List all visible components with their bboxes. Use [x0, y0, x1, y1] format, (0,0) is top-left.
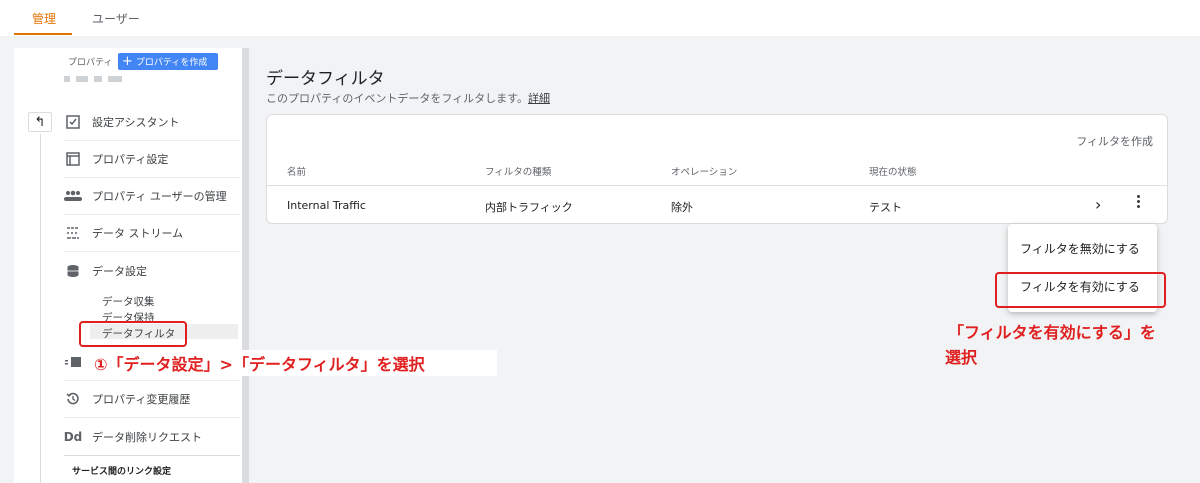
nav-scrollbar[interactable]: [242, 48, 249, 483]
annotation-step2-line2: 選択: [945, 348, 978, 367]
tab-admin[interactable]: 管理: [32, 10, 56, 27]
nav-tree-line: [40, 134, 41, 483]
column-header-operation: オペレーション: [671, 167, 738, 178]
people-icon: [64, 187, 82, 205]
create-property-button[interactable]: + プロパティを作成: [118, 53, 218, 70]
column-header-filter-type: フィルタの種類: [485, 167, 552, 178]
nav-label: プロパティ設定: [92, 153, 169, 166]
plus-icon: +: [122, 54, 133, 69]
history-icon: [64, 390, 82, 408]
nav-label: プロパティ ユーザーの管理: [92, 190, 227, 203]
create-filter-button[interactable]: フィルタを作成: [1076, 133, 1153, 149]
chevron-right-icon[interactable]: ›: [1095, 195, 1101, 214]
back-arrow-button[interactable]: ↰: [28, 112, 52, 132]
nav-item-data-streams[interactable]: データ ストリーム: [64, 215, 240, 252]
id-card-icon: [64, 353, 82, 371]
nav-label: データ設定: [92, 264, 147, 278]
page-title: データフィルタ: [266, 69, 385, 89]
nav-item-data-settings[interactable]: データ設定: [64, 252, 240, 289]
page-subtitle: このプロパティのイベントデータをフィルタします。詳細: [266, 90, 550, 106]
filter-table-card: フィルタを作成 名前 フィルタの種類 オペレーション 現在の状態 Interna…: [266, 114, 1168, 224]
section-divider: [64, 455, 240, 456]
layout-icon: [64, 150, 82, 168]
database-icon: [64, 262, 82, 280]
dd-icon: Dd: [63, 429, 83, 444]
annotation-step2-line1: 「フィルタを有効にする」を: [948, 323, 1156, 342]
cell-operation: 除外: [671, 201, 693, 214]
property-selector-redacted[interactable]: [64, 76, 122, 82]
sub-item-data-collection[interactable]: データ収集: [102, 294, 155, 309]
active-tab-indicator: [14, 33, 72, 35]
nav-label: プロパティ変更履歴: [92, 393, 191, 406]
header-divider: [267, 185, 1167, 186]
cell-status: テスト: [869, 201, 902, 214]
create-property-label: プロパティを作成: [135, 58, 208, 68]
tab-user[interactable]: ユーザー: [92, 10, 140, 27]
nav-label: 設定アシスタント: [92, 116, 180, 129]
highlight-box-data-filter: [79, 321, 187, 347]
nav-item-property-change-history[interactable]: プロパティ変更履歴: [64, 381, 240, 418]
nav-label: データ削除リクエスト: [92, 430, 202, 444]
details-link[interactable]: 詳細: [528, 92, 550, 105]
nav-item-setup-assistant[interactable]: 設定アシスタント: [64, 104, 240, 141]
back-arrow-icon: ↰: [34, 114, 46, 130]
nav-item-property-user-management[interactable]: プロパティ ユーザーの管理: [64, 178, 240, 215]
section-header-service-links: サービス間のリンク設定: [72, 467, 172, 477]
cell-filter-type: 内部トラフィック: [485, 201, 573, 214]
checklist-icon: [64, 113, 82, 131]
nav-item-data-deletion-requests[interactable]: Dd データ削除リクエスト: [64, 418, 240, 455]
column-header-status: 現在の状態: [869, 167, 917, 178]
nav-label: データ ストリーム: [92, 227, 184, 240]
left-navigation: プロパティ + プロパティを作成 ↰ 設定アシスタント プロパティ設定 プロパテ…: [14, 48, 242, 483]
menu-item-disable-filter[interactable]: フィルタを無効にする: [1020, 240, 1140, 257]
annotation-step1: ①「データ設定」>「データフィルタ」を選択: [94, 355, 425, 374]
property-label: プロパティ: [68, 58, 113, 68]
highlight-box-enable-filter: [995, 272, 1166, 308]
column-header-name: 名前: [287, 167, 307, 178]
nav-item-property-settings[interactable]: プロパティ設定: [64, 141, 240, 178]
cell-filter-name: Internal Traffic: [287, 199, 366, 212]
more-vert-icon[interactable]: [1133, 195, 1143, 208]
subtitle-text: このプロパティのイベントデータをフィルタします。: [266, 92, 529, 105]
top-tab-bar: 管理 ユーザー: [0, 0, 1200, 36]
streams-icon: [64, 224, 82, 242]
